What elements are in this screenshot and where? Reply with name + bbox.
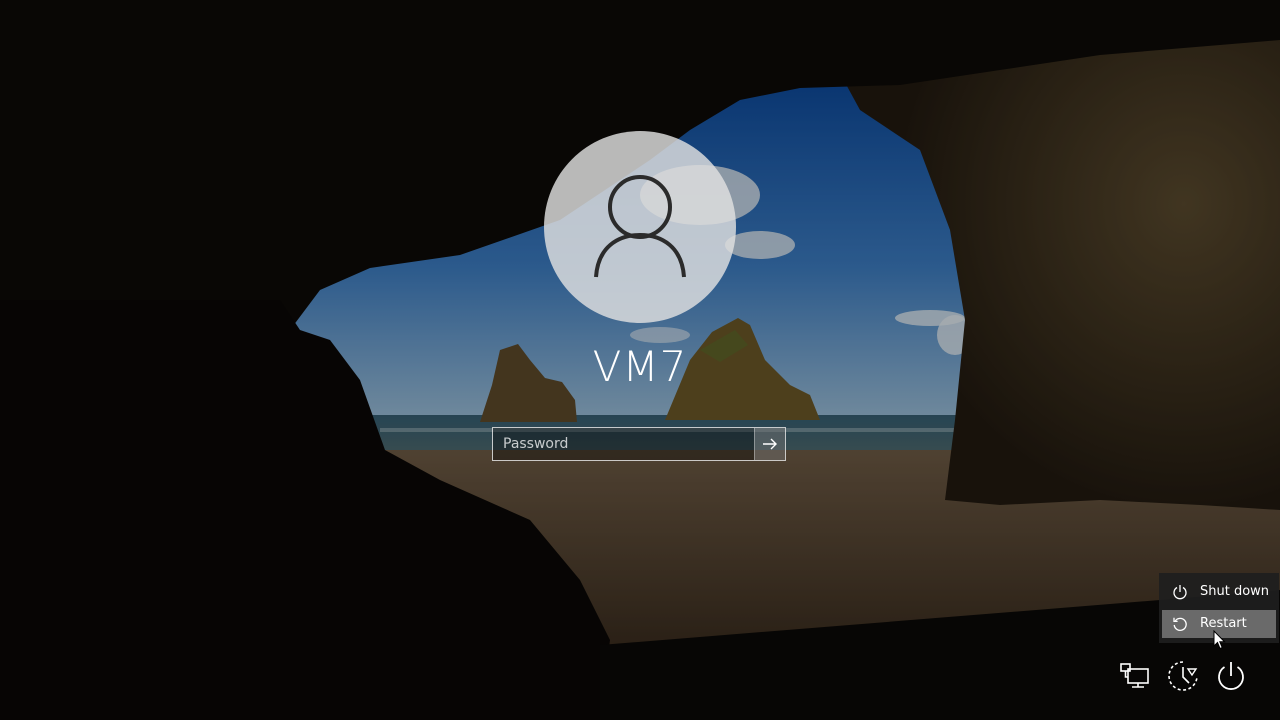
power-button[interactable]	[1214, 659, 1248, 693]
ease-of-access-button[interactable]	[1166, 659, 1200, 693]
mouse-cursor-icon	[1213, 630, 1226, 650]
ease-of-access-icon	[1168, 661, 1198, 691]
user-icon	[594, 175, 686, 278]
user-avatar	[544, 131, 736, 323]
arrow-right-icon	[763, 438, 777, 450]
password-input[interactable]	[493, 428, 755, 460]
power-icon	[1173, 585, 1187, 600]
power-icon	[1218, 662, 1244, 690]
restart-icon	[1173, 617, 1187, 631]
menu-item-label: Restart	[1200, 616, 1247, 631]
username-label: VM7	[592, 342, 688, 391]
network-icon	[1120, 663, 1149, 688]
network-button[interactable]	[1118, 659, 1152, 693]
menu-item-label: Shut down	[1200, 584, 1270, 599]
password-box	[492, 427, 786, 461]
menu-item-shut-down[interactable]: Shut down	[1162, 578, 1276, 606]
submit-button[interactable]	[754, 428, 785, 460]
